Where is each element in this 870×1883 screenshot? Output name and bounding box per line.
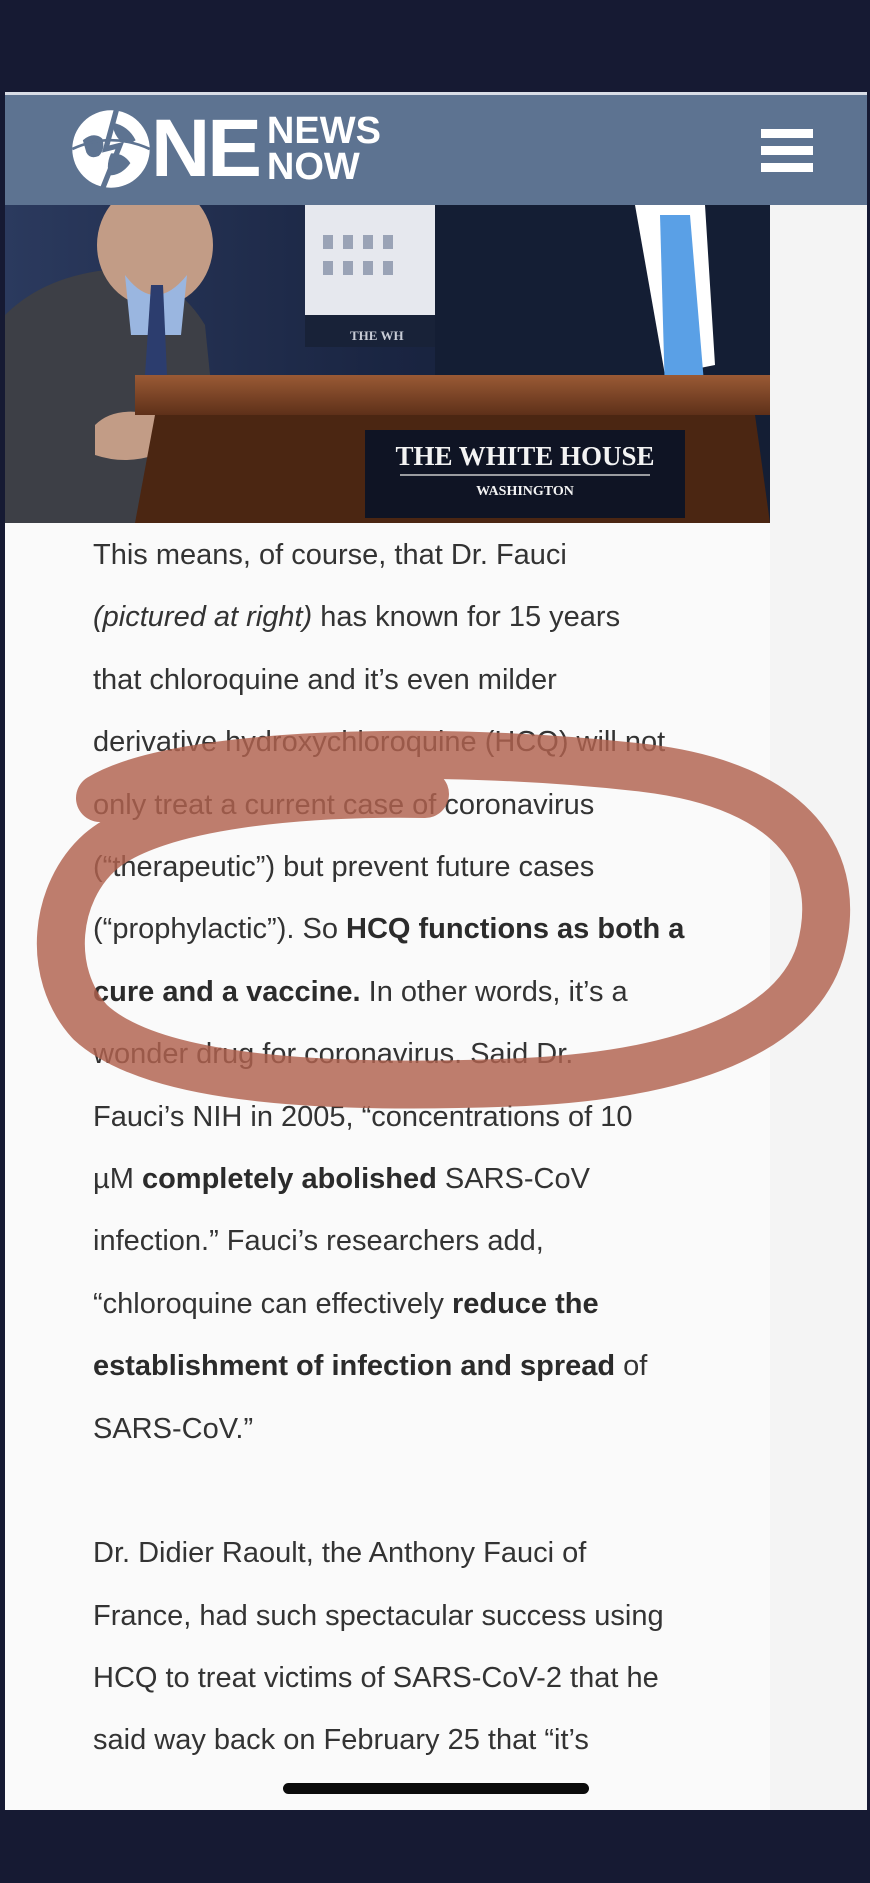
text-line: of xyxy=(615,1350,648,1383)
site-header: NE NEWS NOW xyxy=(5,92,867,205)
article-body: This means, of course, that Dr. Fauci (p… xyxy=(93,524,773,1772)
text-line: that chloroquine and it’s even milder xyxy=(93,663,557,696)
phone-screen: NE NEWS NOW THE WH THE WHITE HOUSE WASHI… xyxy=(5,92,867,1810)
bold-text: completely abolished xyxy=(141,1163,437,1196)
article-paragraph-1: This means, of course, that Dr. Fauci (p… xyxy=(93,524,773,1460)
podium-subtitle: WASHINGTON xyxy=(476,484,574,499)
text-line: Dr. Didier Raoult, the Anthony Fauci of xyxy=(93,1537,587,1570)
text-line: has known for 15 years xyxy=(312,601,621,634)
text-line: (“therapeutic”) but prevent future cases xyxy=(93,851,595,884)
text-line: Fauci’s NIH in 2005, “concentrations of … xyxy=(93,1100,633,1133)
bold-text: establishment of infection and spread xyxy=(93,1350,616,1383)
article-photo: THE WH THE WHITE HOUSE WASHINGTON xyxy=(5,205,770,523)
bold-text: reduce the xyxy=(451,1287,599,1320)
text-line: This means, of course, that Dr. Fauci xyxy=(93,539,567,571)
press-briefing-image: THE WH THE WHITE HOUSE WASHINGTON xyxy=(5,205,770,523)
text-line: HCQ to treat victims of SARS-CoV-2 that … xyxy=(93,1661,659,1694)
text-line: derivative hydroxychloroquine (HCQ) will… xyxy=(93,726,666,759)
logo-news-text: NEWS xyxy=(266,110,381,152)
text-line: SARS-CoV xyxy=(436,1163,590,1196)
text-line: only treat a current case of coronavirus xyxy=(93,788,595,821)
globe-logo-icon xyxy=(71,109,151,191)
right-margin xyxy=(770,205,867,1810)
text-line: SARS-CoV.” xyxy=(93,1412,254,1445)
italic-text: (pictured at right) xyxy=(93,601,313,634)
hamburger-menu-icon[interactable] xyxy=(761,129,813,173)
text-line: France, had such spectacular success usi… xyxy=(93,1599,664,1632)
text-line: µM xyxy=(93,1163,142,1196)
text-line: infection.” Fauci’s researchers add, xyxy=(93,1225,544,1258)
logo-now-text: NOW xyxy=(266,146,360,188)
article-paragraph-2: Dr. Didier Raoult, the Anthony Fauci of … xyxy=(93,1522,773,1772)
home-indicator-bar[interactable] xyxy=(283,1783,589,1794)
text-line: said way back on February 25 that “it’s xyxy=(93,1724,589,1757)
text-line: “chloroquine can effectively xyxy=(93,1287,452,1320)
text-line: In other words, it’s a xyxy=(360,975,628,1008)
bold-text: cure and a vaccine. xyxy=(93,975,361,1008)
podium-title: THE WHITE HOUSE xyxy=(395,441,654,471)
text-line: (“prophylactic”). So xyxy=(93,913,347,946)
logo-ne-text: NE xyxy=(151,103,262,194)
backdrop-text: THE WH xyxy=(350,328,404,343)
site-logo[interactable]: NE NEWS NOW xyxy=(67,101,381,197)
bold-text: HCQ functions as both a xyxy=(346,913,685,946)
text-line: wonder drug for coronavirus. Said Dr. xyxy=(93,1038,574,1071)
logo-news-now: NEWS NOW xyxy=(266,110,381,188)
